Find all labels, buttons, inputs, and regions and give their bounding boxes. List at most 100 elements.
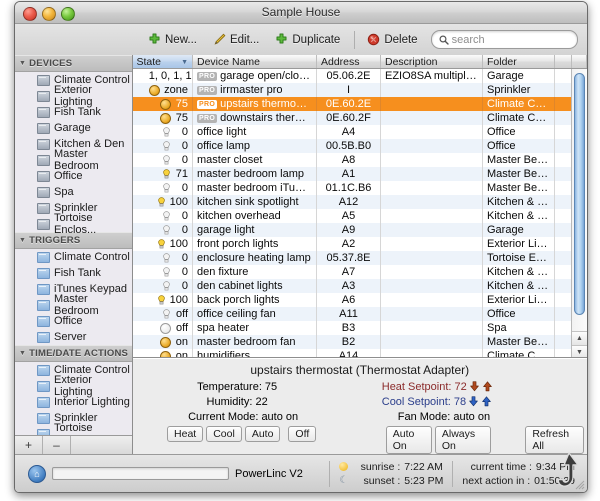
cell-address[interactable]: B2: [317, 335, 381, 349]
scroll-down-button[interactable]: ▼: [572, 345, 587, 358]
cell-address[interactable]: A6: [317, 293, 381, 307]
sidebar-item-exterior-lighting[interactable]: Exterior Lighting: [15, 88, 132, 104]
cell-folder[interactable]: Exterior Lighting: [483, 237, 555, 251]
table-row[interactable]: onmaster bedroom fanB2Master Bedroom: [133, 335, 587, 349]
column-header-state[interactable]: State ▼: [133, 55, 193, 69]
new-button[interactable]: New...: [141, 32, 204, 47]
cell-address[interactable]: I: [317, 83, 381, 97]
table-row[interactable]: 0office lightA4Office: [133, 125, 587, 139]
cell-device-name[interactable]: master bedroom lamp: [193, 167, 317, 181]
cell-device-name[interactable]: enclosure heating lamp: [193, 251, 317, 265]
table-row[interactable]: 75PRO downstairs therm...0E.60.2F Climate…: [133, 111, 587, 125]
cell-description[interactable]: [381, 125, 483, 139]
cell-state[interactable]: off: [133, 307, 193, 321]
cell-state[interactable]: 0: [133, 265, 193, 279]
table-row[interactable]: 75PRO upstairs thermostat0E.60.2EClimate…: [133, 97, 587, 111]
mode-button-off[interactable]: Off: [288, 426, 316, 442]
sidebar-group-devices[interactable]: ▼DEVICES: [15, 55, 132, 72]
cell-state[interactable]: 0: [133, 125, 193, 139]
cell-device-name[interactable]: master bedroom fan: [193, 335, 317, 349]
column-header-device-name[interactable]: Device Name: [193, 55, 317, 69]
delete-button[interactable]: Delete: [360, 32, 424, 47]
cell-device-name[interactable]: PRO upstairs thermostat: [193, 97, 317, 111]
table-row[interactable]: 0den cabinet lightsA3Kitchen & Den: [133, 279, 587, 293]
cell-state[interactable]: on: [133, 349, 193, 358]
cell-description[interactable]: [381, 335, 483, 349]
cell-state[interactable]: 0: [133, 153, 193, 167]
cell-folder[interactable]: Kitchen & Den: [483, 209, 555, 223]
remove-item-button[interactable]: –: [43, 436, 71, 454]
sidebar-item-garage[interactable]: Garage: [15, 120, 132, 136]
cell-state[interactable]: 0: [133, 181, 193, 195]
table-row[interactable]: 0den fixtureA7Kitchen & Den: [133, 265, 587, 279]
disclosure-open-icon[interactable]: ▼: [19, 346, 26, 361]
sidebar-item-fish-tank[interactable]: Fish Tank: [15, 265, 132, 281]
cell-address[interactable]: A2: [317, 237, 381, 251]
cell-address[interactable]: 05.06.2E: [317, 69, 381, 84]
mode-button-heat[interactable]: Heat: [167, 426, 203, 442]
cell-description[interactable]: [381, 321, 483, 335]
cell-device-name[interactable]: office ceiling fan: [193, 307, 317, 321]
cell-address[interactable]: A14: [317, 349, 381, 358]
sidebar-item-exterior-lighting[interactable]: Exterior Lighting: [15, 378, 132, 394]
cool-up-arrow-icon[interactable]: [481, 396, 492, 407]
cell-state[interactable]: 100: [133, 195, 193, 209]
cell-state[interactable]: 0: [133, 279, 193, 293]
cell-address[interactable]: 01.1C.B6: [317, 181, 381, 195]
cell-address[interactable]: B3: [317, 321, 381, 335]
edit-button[interactable]: Edit...: [206, 32, 266, 47]
cell-device-name[interactable]: master bedroom iTunes...: [193, 181, 317, 195]
table-row[interactable]: 0master closetA8Master Bedroom: [133, 153, 587, 167]
column-header-extra[interactable]: [555, 55, 572, 69]
cell-device-name[interactable]: front porch lights: [193, 237, 317, 251]
cell-device-name[interactable]: PRO irrmaster pro: [193, 83, 317, 97]
cell-folder[interactable]: Climate Control: [483, 349, 555, 358]
sidebar-item-climate-control[interactable]: Climate Control: [15, 249, 132, 265]
cell-device-name[interactable]: garage light: [193, 223, 317, 237]
duplicate-button[interactable]: Duplicate: [268, 32, 347, 47]
table-row[interactable]: zonePRO irrmaster proI Sprinkler: [133, 83, 587, 97]
cell-address[interactable]: A3: [317, 279, 381, 293]
cell-state[interactable]: 75: [133, 111, 193, 125]
cell-address[interactable]: 05.37.8E: [317, 251, 381, 265]
cell-state[interactable]: 100: [133, 237, 193, 251]
cell-folder[interactable]: Sprinkler: [483, 83, 555, 97]
cell-device-name[interactable]: kitchen overhead: [193, 209, 317, 223]
cell-device-name[interactable]: back porch lights: [193, 293, 317, 307]
column-header-folder[interactable]: Folder: [483, 55, 555, 69]
cell-address[interactable]: A8: [317, 153, 381, 167]
fan-button-always-on[interactable]: Always On: [435, 426, 491, 454]
sidebar-item-tortoise-enclos[interactable]: Tortoise Enclos...: [15, 426, 132, 435]
table-row[interactable]: 71master bedroom lampA1Master Bedroom: [133, 167, 587, 181]
table-row[interactable]: 100back porch lightsA6Exterior Lighting: [133, 293, 587, 307]
cell-description[interactable]: [381, 195, 483, 209]
scrollbar-thumb[interactable]: [574, 73, 585, 315]
cell-description[interactable]: EZIO8SA multiple input/outpu...: [381, 69, 483, 84]
sidebar-item-server[interactable]: Server: [15, 329, 132, 345]
cell-state[interactable]: 0: [133, 251, 193, 265]
table-row[interactable]: 0office lamp00.5B.B0Office: [133, 139, 587, 153]
cell-description[interactable]: [381, 153, 483, 167]
heat-down-arrow-icon[interactable]: [469, 381, 480, 392]
cell-device-name[interactable]: PRO downstairs therm...: [193, 111, 317, 125]
cell-address[interactable]: 0E.60.2F: [317, 111, 381, 125]
cell-folder[interactable]: Master Bedroom: [483, 181, 555, 195]
cell-description[interactable]: [381, 349, 483, 358]
cell-state[interactable]: 0: [133, 139, 193, 153]
table-row[interactable]: offspa heaterB3Spa: [133, 321, 587, 335]
cell-description[interactable]: [381, 167, 483, 181]
table-row[interactable]: 0master bedroom iTunes...01.1C.B6 Master …: [133, 181, 587, 195]
table-row[interactable]: 0enclosure heating lamp05.37.8ETortoise …: [133, 251, 587, 265]
cell-description[interactable]: [381, 111, 483, 125]
cell-address[interactable]: A5: [317, 209, 381, 223]
cell-state[interactable]: 71: [133, 167, 193, 181]
cell-state[interactable]: 100: [133, 293, 193, 307]
cell-device-name[interactable]: den fixture: [193, 265, 317, 279]
cell-device-name[interactable]: office lamp: [193, 139, 317, 153]
cell-address[interactable]: A1: [317, 167, 381, 181]
cell-state[interactable]: 0: [133, 223, 193, 237]
fan-button-auto-on[interactable]: Auto On: [386, 426, 432, 454]
cell-folder[interactable]: Climate Control: [483, 111, 555, 125]
cell-folder[interactable]: Garage: [483, 223, 555, 237]
cell-state[interactable]: zone: [133, 83, 193, 97]
